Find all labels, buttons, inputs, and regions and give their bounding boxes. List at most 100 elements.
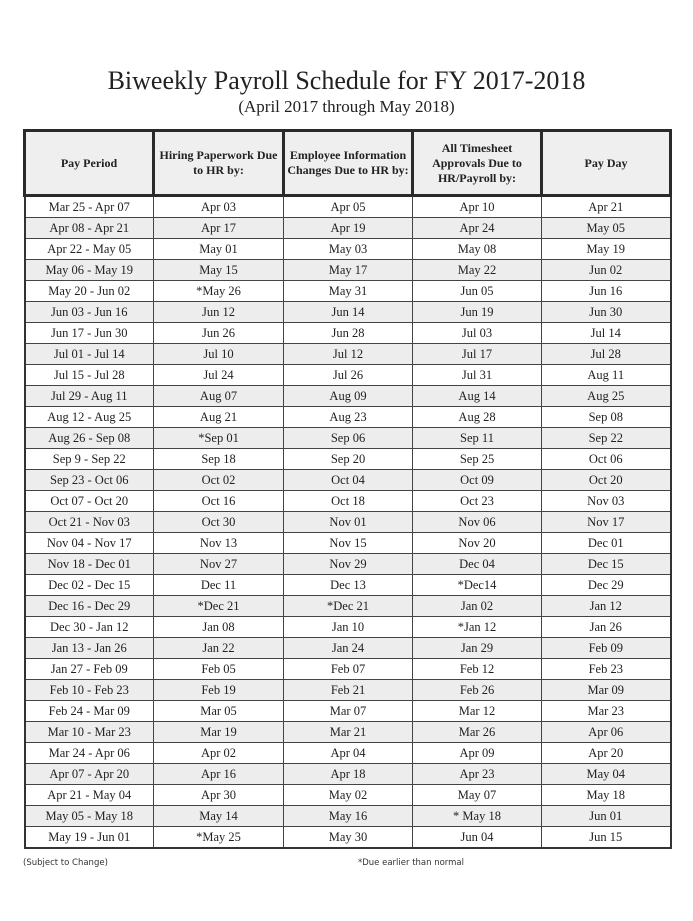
table-row: Sep 9 - Sep 22 Sep 18 Sep 20 Sep 25 Oct 06	[24, 448, 671, 470]
cell-timesheet-approval-due: May 22	[412, 259, 542, 281]
cell-employee-info-due: Feb 07	[283, 658, 413, 680]
cell-timesheet-approval-due: Oct 09	[412, 469, 542, 491]
cell-pay-day: Jul 14	[541, 322, 671, 344]
cell-pay-period: Jun 03 - Jun 16	[24, 301, 154, 323]
cell-hiring-paperwork-due: Mar 19	[153, 721, 284, 743]
cell-pay-day: Jun 30	[541, 301, 671, 323]
cell-timesheet-approval-due: Sep 25	[412, 448, 542, 470]
cell-employee-info-due: Feb 21	[283, 679, 413, 701]
cell-hiring-paperwork-due: Aug 21	[153, 406, 284, 428]
cell-pay-day: May 18	[541, 784, 671, 806]
cell-timesheet-approval-due: Nov 06	[412, 511, 542, 533]
cell-pay-period: Aug 26 - Sep 08	[24, 427, 154, 449]
cell-pay-period: Jul 29 - Aug 11	[24, 385, 154, 407]
cell-employee-info-due: Oct 04	[283, 469, 413, 491]
cell-pay-period: Mar 25 - Apr 07	[24, 195, 154, 218]
table-row: Apr 08 - Apr 21 Apr 17 Apr 19 Apr 24 May 05	[24, 217, 671, 239]
cell-employee-info-due: Aug 09	[283, 385, 413, 407]
cell-pay-period: May 19 - Jun 01	[24, 826, 154, 849]
cell-timesheet-approval-due: * May 18	[412, 805, 542, 827]
cell-pay-period: Aug 12 - Aug 25	[24, 406, 154, 428]
cell-timesheet-approval-due: Jul 31	[412, 364, 542, 386]
cell-pay-day: Jun 02	[541, 259, 671, 281]
cell-hiring-paperwork-due: Nov 27	[153, 553, 284, 575]
cell-pay-period: Jul 01 - Jul 14	[24, 343, 154, 365]
cell-pay-day: Dec 15	[541, 553, 671, 575]
cell-hiring-paperwork-due: *May 25	[153, 826, 284, 849]
table-row: Aug 12 - Aug 25 Aug 21 Aug 23 Aug 28 Sep 08	[24, 406, 671, 428]
table-row: Dec 02 - Dec 15 Dec 11 Dec 13 *Dec14 Dec 29	[24, 574, 671, 596]
table-row: Aug 26 - Sep 08 *Sep 01 Sep 06 Sep 11 Sep 22	[24, 427, 671, 449]
cell-timesheet-approval-due: Apr 23	[412, 763, 542, 785]
cell-pay-period: Mar 10 - Mar 23	[24, 721, 154, 743]
cell-timesheet-approval-due: Apr 09	[412, 742, 542, 764]
cell-employee-info-due: Mar 21	[283, 721, 413, 743]
cell-timesheet-approval-due: Jun 04	[412, 826, 542, 849]
cell-employee-info-due: May 30	[283, 826, 413, 849]
cell-pay-day: Nov 03	[541, 490, 671, 512]
cell-hiring-paperwork-due: Jun 26	[153, 322, 284, 344]
cell-hiring-paperwork-due: Aug 07	[153, 385, 284, 407]
cell-pay-period: Apr 07 - Apr 20	[24, 763, 154, 785]
cell-employee-info-due: May 31	[283, 280, 413, 302]
cell-timesheet-approval-due: Jun 19	[412, 301, 542, 323]
cell-hiring-paperwork-due: Sep 18	[153, 448, 284, 470]
cell-pay-period: Jun 17 - Jun 30	[24, 322, 154, 344]
cell-timesheet-approval-due: *Jan 12	[412, 616, 542, 638]
cell-employee-info-due: Jun 28	[283, 322, 413, 344]
table-header: Pay Period Hiring Paperwork Due to HR by…	[23, 129, 672, 197]
cell-pay-day: May 05	[541, 217, 671, 239]
table-row: Mar 24 - Apr 06 Apr 02 Apr 04 Apr 09 Apr 20	[24, 742, 671, 764]
cell-employee-info-due: Apr 04	[283, 742, 413, 764]
cell-pay-period: May 05 - May 18	[24, 805, 154, 827]
cell-pay-period: Jan 27 - Feb 09	[24, 658, 154, 680]
cell-timesheet-approval-due: Feb 26	[412, 679, 542, 701]
cell-timesheet-approval-due: Jun 05	[412, 280, 542, 302]
cell-pay-day: Jun 16	[541, 280, 671, 302]
cell-timesheet-approval-due: Apr 24	[412, 217, 542, 239]
cell-employee-info-due: Nov 29	[283, 553, 413, 575]
cell-pay-day: Feb 23	[541, 658, 671, 680]
header-row: Pay Period Hiring Paperwork Due to HR by…	[23, 129, 672, 197]
cell-pay-day: Aug 25	[541, 385, 671, 407]
cell-employee-info-due: May 16	[283, 805, 413, 827]
cell-timesheet-approval-due: Feb 12	[412, 658, 542, 680]
table-row: May 20 - Jun 02 *May 26 May 31 Jun 05 Jun 16	[24, 280, 671, 302]
cell-pay-day: Feb 09	[541, 637, 671, 659]
table-row: Jan 27 - Feb 09 Feb 05 Feb 07 Feb 12 Feb 23	[24, 658, 671, 680]
cell-hiring-paperwork-due: Apr 17	[153, 217, 284, 239]
cell-employee-info-due: Apr 19	[283, 217, 413, 239]
table-row: May 05 - May 18 May 14 May 16 * May 18 Jun 0…	[24, 805, 671, 827]
table-row: Mar 25 - Apr 07 Apr 03 Apr 05 Apr 10 Apr 21	[24, 195, 671, 218]
cell-hiring-paperwork-due: Nov 13	[153, 532, 284, 554]
cell-pay-day: Jan 26	[541, 616, 671, 638]
cell-employee-info-due: Sep 06	[283, 427, 413, 449]
cell-pay-period: May 20 - Jun 02	[24, 280, 154, 302]
cell-employee-info-due: May 03	[283, 238, 413, 260]
header-timesheet-approvals: All Timesheet Approvals Due to HR/Payrol…	[411, 129, 543, 197]
cell-employee-info-due: Apr 05	[283, 195, 413, 218]
cell-hiring-paperwork-due: *Sep 01	[153, 427, 284, 449]
cell-employee-info-due: Aug 23	[283, 406, 413, 428]
cell-pay-day: Sep 08	[541, 406, 671, 428]
cell-pay-period: Feb 24 - Mar 09	[24, 700, 154, 722]
cell-employee-info-due: Jun 14	[283, 301, 413, 323]
cell-hiring-paperwork-due: Jan 22	[153, 637, 284, 659]
cell-employee-info-due: Nov 01	[283, 511, 413, 533]
table-row: Jul 01 - Jul 14 Jul 10 Jul 12 Jul 17 Jul 28	[24, 343, 671, 365]
cell-pay-day: Jun 15	[541, 826, 671, 849]
cell-pay-day: Oct 20	[541, 469, 671, 491]
cell-pay-period: Apr 21 - May 04	[24, 784, 154, 806]
cell-employee-info-due: Jan 24	[283, 637, 413, 659]
cell-hiring-paperwork-due: Jun 12	[153, 301, 284, 323]
cell-pay-day: Sep 22	[541, 427, 671, 449]
cell-employee-info-due: *Dec 21	[283, 595, 413, 617]
cell-timesheet-approval-due: Mar 12	[412, 700, 542, 722]
cell-pay-period: Mar 24 - Apr 06	[24, 742, 154, 764]
cell-pay-period: Jul 15 - Jul 28	[24, 364, 154, 386]
cell-hiring-paperwork-due: Feb 19	[153, 679, 284, 701]
cell-hiring-paperwork-due: Jul 24	[153, 364, 284, 386]
table-row: Feb 10 - Feb 23 Feb 19 Feb 21 Feb 26 Mar 09	[24, 679, 671, 701]
cell-pay-day: Apr 20	[541, 742, 671, 764]
cell-hiring-paperwork-due: Apr 30	[153, 784, 284, 806]
